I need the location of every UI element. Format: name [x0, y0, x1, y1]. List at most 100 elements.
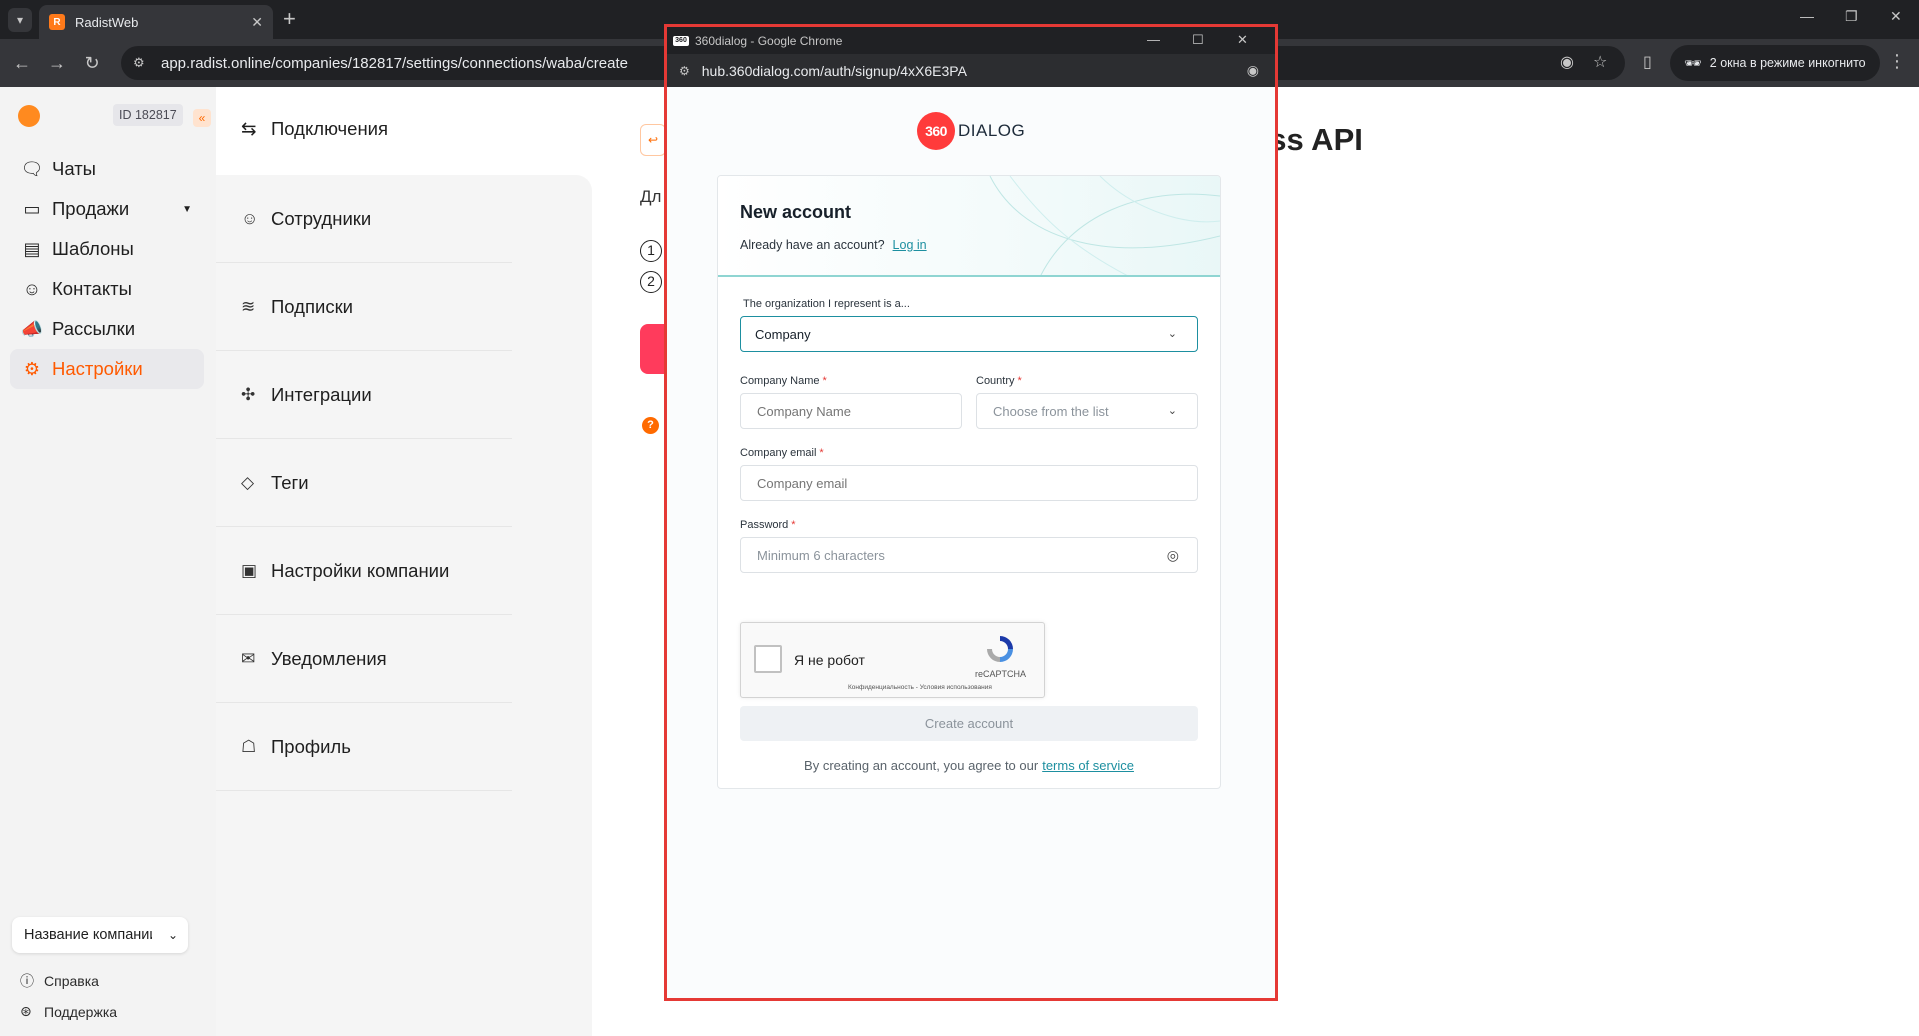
required-mark: *	[1017, 375, 1022, 387]
help-icon[interactable]: ?	[642, 417, 659, 434]
popup-maximize-icon[interactable]: ☐	[1192, 32, 1204, 48]
restore-icon[interactable]: ❐	[1845, 8, 1858, 25]
country-select[interactable]: Choose from the list ⌄	[976, 393, 1198, 429]
back-button[interactable]: ↩	[640, 124, 666, 156]
org-type-value: Company	[755, 326, 811, 342]
close-tab-icon[interactable]: ✕	[251, 14, 263, 31]
intro-text: Дл	[640, 187, 662, 206]
chevron-down-icon: ⌄	[167, 928, 178, 942]
company-select-value: Название компании	[24, 927, 152, 943]
country-placeholder: Choose from the list	[993, 403, 1109, 419]
step-number: 2	[640, 271, 662, 293]
settings-item-company[interactable]: ▣ Настройки компании	[216, 527, 512, 615]
site-info-icon[interactable]: ⚙	[133, 55, 149, 71]
settings-header-label: Подключения	[271, 118, 389, 139]
mail-icon: ✉	[241, 648, 256, 668]
org-type-label: The organization I represent is a...	[743, 298, 910, 310]
nav-item-templates[interactable]: ▤ Шаблоны	[10, 229, 204, 269]
popup-close-icon[interactable]: ✕	[1237, 32, 1248, 48]
browser-tab[interactable]: R RadistWeb ✕	[39, 5, 273, 39]
nav-label: Рассылки	[52, 318, 136, 339]
side-panel-icon[interactable]: ▯	[1643, 52, 1652, 72]
settings-item-profile[interactable]: ☖ Профиль	[216, 703, 512, 791]
incognito-indicator[interactable]: 🕶 2 окна в режиме инкогнито	[1670, 45, 1880, 81]
recaptcha-terms[interactable]: Конфиденциальность - Условия использован…	[848, 684, 992, 691]
megaphone-icon: 📣	[20, 318, 44, 339]
close-window-icon[interactable]: ✕	[1890, 8, 1902, 25]
help-label: Справка	[44, 973, 99, 989]
terms-link[interactable]: terms of service	[1042, 758, 1134, 773]
star-icon[interactable]: ☆	[1593, 52, 1607, 72]
email-label-text: Company email	[740, 447, 817, 459]
site-info-icon[interactable]: ⚙	[679, 64, 690, 78]
signup-card: New account Already have an account? Log …	[717, 175, 1221, 789]
eye-off-icon[interactable]: ◉	[1560, 52, 1574, 72]
contacts-icon: ☺	[22, 278, 42, 299]
settings-item-staff[interactable]: ☺ Сотрудники	[216, 175, 512, 263]
nav-item-mailings[interactable]: 📣 Рассылки	[10, 309, 204, 349]
required-mark: *	[822, 375, 827, 387]
subscriptions-icon: ≋	[241, 296, 256, 316]
org-type-select[interactable]: Company ⌄	[740, 316, 1198, 352]
recaptcha-text: Я не робот	[794, 652, 865, 668]
settings-item-label: Подписки	[271, 295, 354, 317]
forward-arrow-icon[interactable]: →	[45, 51, 69, 75]
company-select[interactable]: Название компании ⌄	[12, 917, 188, 953]
sidebar: ID 182817 « 🗨 Чаты ▭ Продажи ▼ ▤ Шаблоны…	[0, 87, 216, 1036]
terms-text: By creating an account, you agree to our	[804, 758, 1039, 773]
login-link[interactable]: Log in	[893, 238, 927, 252]
settings-item-integrations[interactable]: ✣ Интеграции	[216, 351, 512, 439]
tab-search-button[interactable]: ▾	[8, 8, 32, 32]
decorative-waves	[989, 176, 1220, 275]
settings-list: ☺ Сотрудники ≋ Подписки ✣ Интеграции ◇ Т…	[216, 175, 592, 1036]
reload-icon[interactable]: ↻	[80, 51, 104, 75]
new-tab-button[interactable]: +	[283, 7, 296, 31]
popup-address-bar: ⚙ hub.360dialog.com/auth/signup/4xX6E3PA…	[667, 54, 1275, 87]
settings-item-label: Сотрудники	[271, 207, 372, 229]
login-prompt-text: Already have an account?	[740, 238, 885, 252]
country-label-text: Country	[976, 375, 1015, 387]
tab-title: RadistWeb	[75, 14, 139, 30]
address-url: app.radist.online/companies/182817/setti…	[161, 54, 628, 72]
recaptcha-brand: reCAPTCHA	[975, 669, 1027, 679]
create-account-button[interactable]: Create account	[740, 706, 1198, 741]
briefcase-icon: ▣	[241, 560, 258, 580]
incognito-label: 2 окна в режиме инкогнито	[1709, 56, 1866, 70]
nav-item-sales[interactable]: ▭ Продажи ▼	[10, 189, 204, 229]
login-prompt: Already have an account? Log in	[740, 238, 927, 252]
settings-item-label: Профиль	[271, 735, 351, 757]
eye-icon[interactable]: ◎	[1167, 547, 1179, 564]
recaptcha-widget: Я не робот reCAPTCHA Конфиденциальность …	[740, 622, 1045, 698]
help-link[interactable]: ⓘ Справка	[20, 971, 99, 991]
company-name-input[interactable]	[740, 393, 962, 429]
collapse-sidebar-icon[interactable]: «	[193, 109, 211, 127]
settings-item-subscriptions[interactable]: ≋ Подписки	[216, 263, 512, 351]
settings-item-tags[interactable]: ◇ Теги	[216, 439, 512, 527]
minimize-icon[interactable]: —	[1800, 8, 1814, 24]
logo-word: DIALOG	[958, 121, 1026, 140]
eye-off-icon[interactable]: ◉	[1247, 62, 1259, 79]
back-arrow-icon[interactable]: ←	[10, 51, 34, 75]
recaptcha-checkbox[interactable]	[754, 645, 782, 673]
company-name-label: Company Name *	[740, 375, 827, 387]
terms-notice: By creating an account, you agree to our…	[718, 758, 1220, 773]
caret-down-icon: ▼	[182, 203, 192, 215]
settings-item-label: Теги	[271, 471, 309, 493]
settings-item-notifications[interactable]: ✉ Уведомления	[216, 615, 512, 703]
radist-logo[interactable]	[18, 105, 40, 127]
nav-item-contacts[interactable]: ☺ Контакты	[10, 269, 204, 309]
browser-menu-icon[interactable]: ⋮	[1888, 51, 1906, 72]
settings-item-connections[interactable]: ⇆ Подключения	[241, 118, 388, 140]
radist-favicon-icon: R	[49, 14, 65, 30]
nav-item-chats[interactable]: 🗨 Чаты	[10, 149, 204, 189]
settings-column: ⇆ Подключения ☺ Сотрудники ≋ Подписки ✣ …	[216, 87, 592, 1036]
support-link[interactable]: ⊛ Поддержка	[20, 1003, 117, 1020]
popup-window-title: 360dialog - Google Chrome	[695, 33, 843, 48]
step-number: 1	[640, 240, 662, 262]
company-email-input[interactable]	[740, 465, 1198, 501]
password-input[interactable]: Minimum 6 characters ◎	[740, 537, 1198, 573]
popup-minimize-icon[interactable]: —	[1147, 32, 1160, 47]
nav-item-settings[interactable]: ⚙ Настройки	[10, 349, 204, 389]
chat-icon: 🗨	[20, 158, 44, 179]
users-icon: ☺	[241, 208, 259, 228]
